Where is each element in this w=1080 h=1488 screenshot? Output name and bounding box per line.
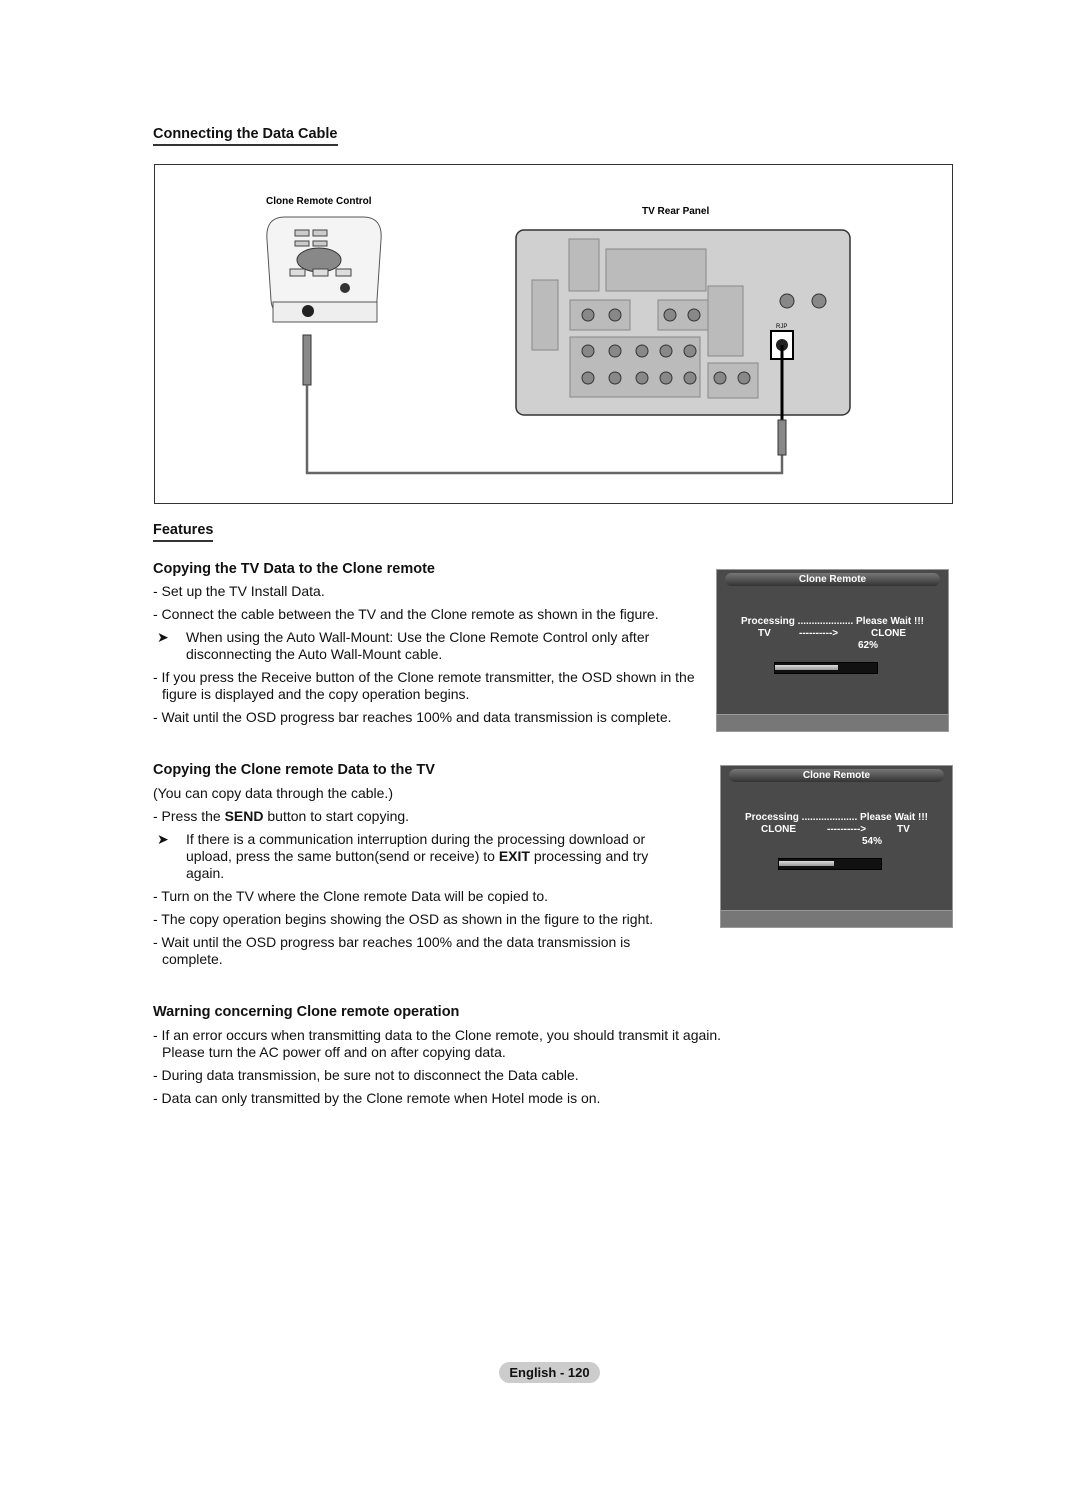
connection-diagram: Clone Remote Control TV Rear Panel RJP — [154, 164, 953, 504]
osd-tv-to-clone: Clone Remote Processing ................… — [716, 569, 949, 732]
instruction: - Turn on the TV where the Clone remote … — [153, 888, 549, 904]
instruction: - Set up the TV Install Data. — [153, 583, 325, 599]
instruction: - If you press the Receive button of the… — [153, 669, 695, 702]
copy-clone-heading: Copying the Clone remote Data to the TV — [153, 762, 435, 778]
warning-heading: Warning concerning Clone remote operatio… — [153, 1004, 460, 1020]
copy-tv-heading: Copying the TV Data to the Clone remote — [153, 561, 435, 577]
arrow-right-icon: ➤ — [157, 629, 169, 645]
warning-item: - If an error occurs when transmitting d… — [153, 1027, 722, 1060]
tv-label: TV Rear Panel — [642, 206, 709, 217]
progress-bar — [774, 662, 878, 674]
section-heading: Connecting the Data Cable — [153, 126, 338, 146]
instruction: - Press the SEND button to start copying… — [153, 808, 410, 824]
intro: (You can copy data through the cable.) — [153, 785, 393, 801]
remote-label: Clone Remote Control — [266, 196, 372, 207]
arrow-right-icon: ➤ — [157, 831, 169, 847]
clone-remote-illustration — [266, 216, 382, 386]
progress-bar — [778, 858, 882, 870]
instruction: - Connect the cable between the TV and t… — [153, 606, 659, 622]
page-number: English - 120 — [499, 1362, 600, 1383]
note: ➤ If there is a communication interrupti… — [157, 831, 649, 881]
features-heading: Features — [153, 522, 214, 542]
osd-clone-to-tv: Clone Remote Processing ................… — [720, 765, 953, 928]
note: ➤ When using the Auto Wall-Mount: Use th… — [157, 629, 650, 662]
instruction: - The copy operation begins showing the … — [153, 911, 654, 927]
warning-item: - During data transmission, be sure not … — [153, 1067, 579, 1083]
instruction: - Wait until the OSD progress bar reache… — [153, 934, 631, 967]
warning-item: - Data can only transmitted by the Clone… — [153, 1090, 601, 1106]
instruction: - Wait until the OSD progress bar reache… — [153, 709, 672, 725]
manual-page: Connecting the Data Cable Clone Remote C… — [0, 0, 1080, 1488]
tv-rear-panel-illustration: RJP — [515, 229, 851, 416]
rjp-port-label: RJP — [776, 324, 787, 330]
